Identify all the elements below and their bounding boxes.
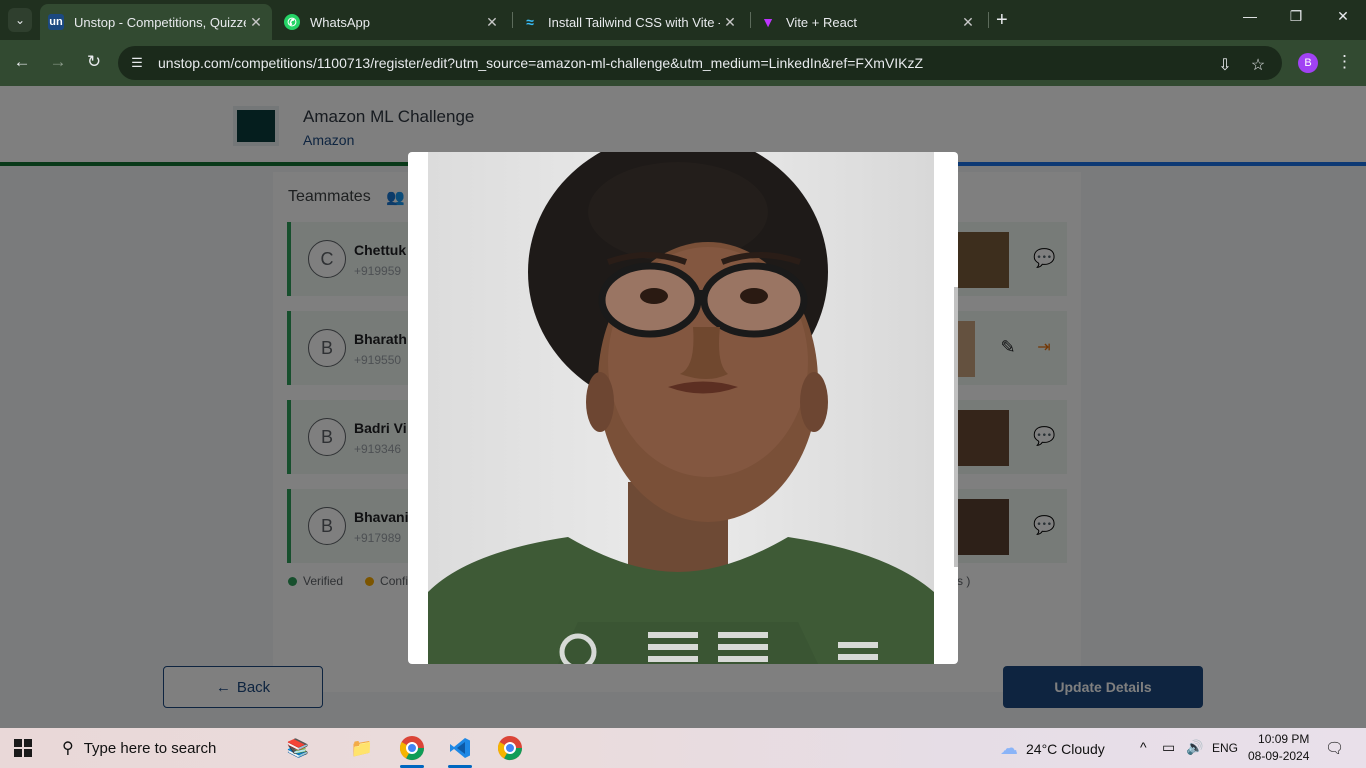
reload-icon[interactable]: ↻	[83, 52, 105, 72]
tab-title: Install Tailwind CSS with Vite - T	[548, 14, 720, 30]
unstop-favicon: un	[48, 14, 64, 30]
windows-start-icon[interactable]	[14, 739, 32, 757]
close-window-icon[interactable]: ✕	[1331, 8, 1355, 25]
taskbar-clock[interactable]: 10:09 PM 08-09-2024	[1248, 731, 1309, 765]
browser-menu-icon[interactable]: ⋮	[1336, 52, 1353, 72]
tab-title: Unstop - Competitions, Quizzes	[74, 14, 246, 30]
address-bar[interactable]: ☰ unstop.com/competitions/1100713/regist…	[118, 46, 1282, 80]
clock-date: 08-09-2024	[1248, 749, 1310, 763]
modal-scrollbar[interactable]	[954, 287, 958, 567]
search-icon: ⚲	[62, 740, 74, 757]
volume-icon[interactable]: 🔊	[1186, 739, 1203, 756]
cloud-icon: ☁	[1000, 738, 1018, 758]
file-explorer-icon[interactable]: 📁	[342, 732, 382, 764]
restore-icon[interactable]: ❐	[1284, 8, 1308, 25]
minimize-icon[interactable]: —	[1238, 8, 1262, 24]
tab-vite[interactable]: ▼ Vite + React ✕	[752, 4, 984, 40]
forward-arrow-icon[interactable]: →	[47, 52, 69, 72]
close-tab-icon[interactable]: ✕	[958, 14, 978, 31]
tab-separator	[512, 12, 513, 28]
weather-widget[interactable]: ☁ 24°C Cloudy	[1000, 738, 1105, 759]
clock-time: 10:09 PM	[1258, 732, 1310, 746]
search-highlight-icon[interactable]: 📚	[258, 732, 338, 764]
new-tab-icon[interactable]: +	[996, 10, 1008, 30]
profile-avatar[interactable]: B	[1298, 53, 1318, 73]
network-icon[interactable]: ▭	[1162, 739, 1175, 756]
back-arrow-icon[interactable]: ←	[11, 52, 33, 72]
tab-unstop[interactable]: un Unstop - Competitions, Quizzes ✕	[40, 4, 272, 40]
close-tab-icon[interactable]: ✕	[482, 14, 502, 31]
tab-title: Vite + React	[786, 14, 857, 30]
tab-search-button[interactable]: ⌄	[8, 8, 32, 32]
weather-text: 24°C Cloudy	[1026, 740, 1105, 757]
show-hidden-icons-icon[interactable]: ^	[1140, 739, 1147, 755]
whatsapp-icon: ✆	[284, 14, 300, 30]
vscode-icon[interactable]	[440, 732, 480, 768]
tab-tailwind[interactable]: ≈ Install Tailwind CSS with Vite - T ✕	[514, 4, 746, 40]
close-tab-icon[interactable]: ✕	[246, 14, 266, 31]
notification-icon[interactable]: 🗨	[1325, 739, 1344, 757]
tailwind-icon: ≈	[526, 14, 534, 30]
site-info-icon[interactable]: ☰	[128, 55, 146, 71]
chrome-icon[interactable]	[490, 732, 530, 764]
close-tab-icon[interactable]: ✕	[720, 14, 740, 31]
tab-title: WhatsApp	[310, 14, 370, 30]
tab-separator	[750, 12, 751, 28]
tab-separator	[988, 12, 989, 28]
browser-toolbar: ← → ↻ ☰ unstop.com/competitions/1100713/…	[0, 40, 1366, 86]
vite-icon: ▼	[761, 14, 775, 30]
url-text: unstop.com/competitions/1100713/register…	[158, 55, 924, 71]
windows-taskbar: ⚲ Type here to search 📚 📁 ☁ 24°C Cloudy …	[0, 728, 1366, 768]
browser-tabstrip: ⌄ un Unstop - Competitions, Quizzes ✕ ✆ …	[0, 0, 1366, 40]
person-portrait-image	[428, 152, 934, 664]
chrome-profile-icon[interactable]	[392, 732, 432, 768]
tab-whatsapp[interactable]: ✆ WhatsApp ✕	[276, 4, 508, 40]
bookmark-star-icon[interactable]: ☆	[1247, 55, 1269, 75]
install-app-icon[interactable]: ⇩	[1214, 55, 1236, 75]
teammate-photo-preview	[428, 152, 934, 664]
language-indicator[interactable]: ENG	[1212, 741, 1238, 755]
photo-preview-modal	[408, 152, 958, 664]
search-placeholder: Type here to search	[83, 739, 217, 757]
